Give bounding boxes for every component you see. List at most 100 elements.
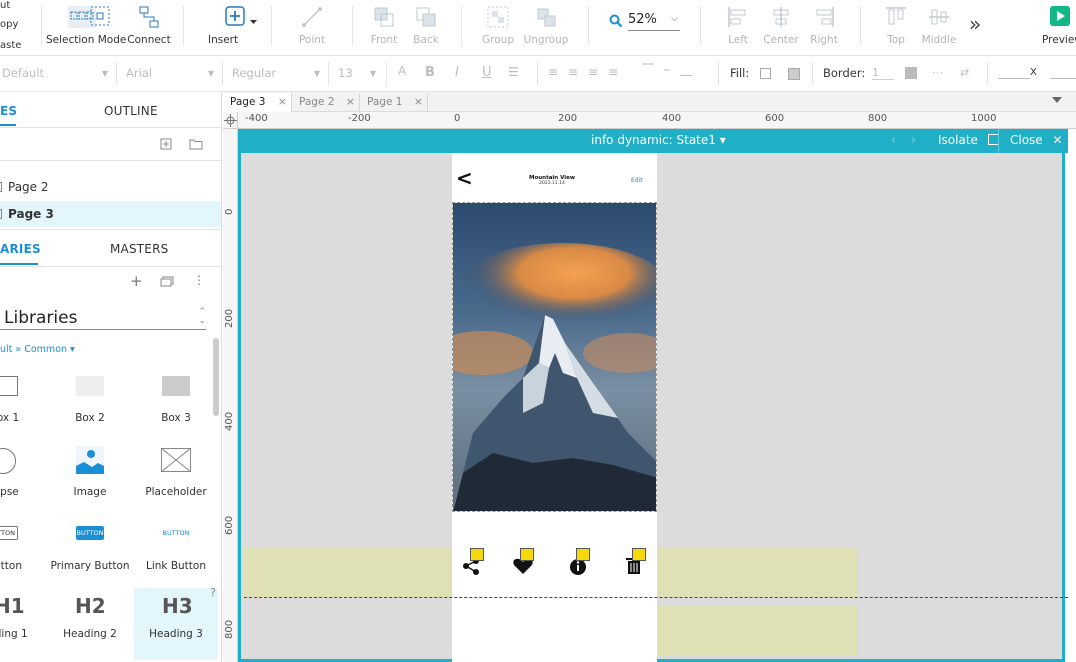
font-weight-select[interactable]: Regular ▼ (232, 66, 320, 80)
tab-outline[interactable]: OUTLINE (104, 104, 158, 118)
favorite-action-button[interactable] (510, 548, 538, 578)
font-size-select[interactable]: 13 ▼ (338, 66, 376, 80)
italic-icon[interactable]: I (455, 65, 459, 80)
mountain-image[interactable] (452, 202, 657, 512)
ungroup-button[interactable]: Ungroup (522, 0, 570, 56)
x-input[interactable] (998, 78, 1030, 79)
widget-box-2[interactable]: Box 2 (50, 372, 130, 444)
copy-menu-item[interactable]: opy (0, 19, 18, 30)
font-family-select[interactable]: Arial ▼ (126, 66, 214, 80)
widget-image[interactable]: Image (50, 446, 130, 518)
tabs-dropdown-icon[interactable] (1052, 97, 1062, 103)
library-copy-icon[interactable] (160, 276, 174, 287)
bullet-list-icon[interactable]: ☰ (508, 65, 519, 79)
close-tab-icon[interactable]: × (278, 93, 287, 111)
add-library-icon[interactable]: + (130, 272, 143, 290)
text-color-icon[interactable]: A (398, 64, 406, 78)
edit-link[interactable]: Edit (631, 177, 643, 184)
bold-icon[interactable]: B (425, 65, 435, 80)
connect-button[interactable]: Connect (124, 0, 174, 56)
border-style-icon[interactable]: ⋯ (932, 66, 943, 79)
chevron-updown-icon: ⌃ ⌄ (198, 307, 206, 326)
highlight-region-right[interactable] (654, 548, 858, 598)
widget-ellipse[interactable]: ipse (0, 446, 48, 518)
tab-masters[interactable]: MASTERS (110, 242, 168, 256)
tab-page-1[interactable]: Page 1 × (360, 93, 428, 112)
page-item-page-3[interactable]: Page 3 (0, 201, 221, 227)
vertical-align-icons[interactable]: ⎺⎯⎽ (642, 62, 702, 77)
more-tools-icon[interactable]: » (969, 12, 981, 36)
share-action-button[interactable] (460, 548, 488, 578)
phone-artboard[interactable]: < Mountain View 2023.11.14 Edit (452, 153, 657, 662)
select-contained-icon[interactable] (89, 5, 111, 27)
tab-libraries[interactable]: ARIES (0, 242, 41, 256)
tab-pages[interactable]: ES (0, 104, 17, 118)
widget-box-3[interactable]: Box 3 (136, 372, 216, 444)
add-page-icon[interactable] (160, 138, 172, 150)
point-button[interactable]: Point (290, 0, 334, 56)
group-button[interactable]: Group (480, 0, 516, 56)
widget-heading-3[interactable]: H3 ? Heading 3 (134, 586, 218, 660)
zoom-select[interactable]: 52% ⌵ (628, 12, 680, 31)
design-canvas[interactable]: ‹ › info dynamic: State1 ▾ Isolate Close… (238, 129, 1076, 662)
border-color-swatch[interactable] (905, 67, 917, 79)
fill-color-swatch[interactable] (760, 68, 771, 79)
fill-label: Fill: (730, 66, 750, 80)
close-tab-icon[interactable]: × (346, 93, 355, 111)
widget-primary-button[interactable]: BUTTON Primary Button (50, 520, 130, 592)
widget-heading-1[interactable]: H1 ading 1 (0, 588, 48, 660)
send-back-button[interactable]: Back (410, 0, 442, 56)
prev-state-icon[interactable]: ‹ (891, 133, 896, 147)
align-top-button[interactable]: Top (882, 0, 910, 56)
tab-page-2[interactable]: Page 2 × (292, 93, 360, 112)
style-select[interactable]: Default ▼ (2, 66, 108, 80)
bring-front-button[interactable]: Front (368, 0, 400, 56)
guide-line[interactable] (244, 597, 1068, 598)
widget-box-1[interactable]: ox 1 (0, 372, 48, 444)
add-folder-icon[interactable] (189, 138, 203, 150)
underline-icon[interactable]: U (482, 65, 492, 80)
close-tab-icon[interactable]: × (414, 93, 423, 111)
zoom-value: 52% (628, 12, 657, 27)
ruler-corner[interactable] (223, 112, 238, 129)
library-more-icon[interactable]: ⋮ (193, 273, 205, 287)
page-item-page-2[interactable]: Page 2 (0, 174, 221, 200)
border-arrow-icon[interactable]: ⇄ (960, 66, 969, 79)
heading-1-icon: H1 (0, 594, 25, 618)
tab-page-3[interactable]: Page 3 × (223, 93, 292, 112)
close-icon: ✕ (1052, 133, 1063, 147)
vertical-ruler[interactable]: 0 200 400 600 800 (223, 129, 238, 662)
align-center-button[interactable]: Center (762, 0, 800, 56)
border-width-input[interactable]: 1 (872, 66, 894, 80)
delete-action-button[interactable] (622, 548, 650, 578)
widget-link-button[interactable]: BUTTON Link Button (136, 520, 216, 592)
widget-heading-2[interactable]: H2 Heading 2 (50, 588, 130, 660)
align-right-button[interactable]: Right (808, 0, 840, 56)
isolate-button[interactable]: Isolate (938, 133, 999, 147)
highlight-region-left[interactable] (244, 548, 452, 598)
library-breadcrumb[interactable]: ult » Common ▾ (0, 344, 75, 355)
back-icon[interactable]: < (456, 166, 473, 190)
align-middle-icon (929, 9, 949, 25)
fill-gradient-icon[interactable] (788, 68, 800, 80)
insert-button[interactable]: Insert (208, 0, 257, 56)
align-center-icon (773, 7, 789, 27)
cut-menu-item[interactable]: ut (0, 0, 10, 11)
state-selector[interactable]: info dynamic: State1 ▾ (591, 133, 726, 147)
next-state-icon[interactable]: › (911, 133, 916, 147)
widget-button[interactable]: TTON utton (0, 520, 48, 592)
widget-placeholder[interactable]: Placeholder (136, 446, 216, 518)
ungroup-icon (537, 8, 556, 27)
info-action-button[interactable] (566, 548, 594, 578)
library-select[interactable]: Libraries ⌃ ⌄ (0, 308, 206, 330)
horizontal-ruler[interactable]: -400 -200 0 200 400 600 800 1000 (238, 112, 1076, 129)
preview-button[interactable]: Preview (1038, 0, 1076, 56)
y-input[interactable] (1050, 78, 1076, 79)
highlight-region-lower[interactable] (654, 606, 858, 656)
help-icon[interactable]: ? (210, 586, 216, 599)
align-middle-button[interactable]: Middle (920, 0, 958, 56)
paste-menu-item[interactable]: aste (0, 40, 21, 51)
align-left-button[interactable]: Left (722, 0, 754, 56)
text-align-icons[interactable]: ≡≡≡≡ (548, 65, 628, 79)
close-isolate-button[interactable]: Close ✕ (1010, 133, 1063, 147)
